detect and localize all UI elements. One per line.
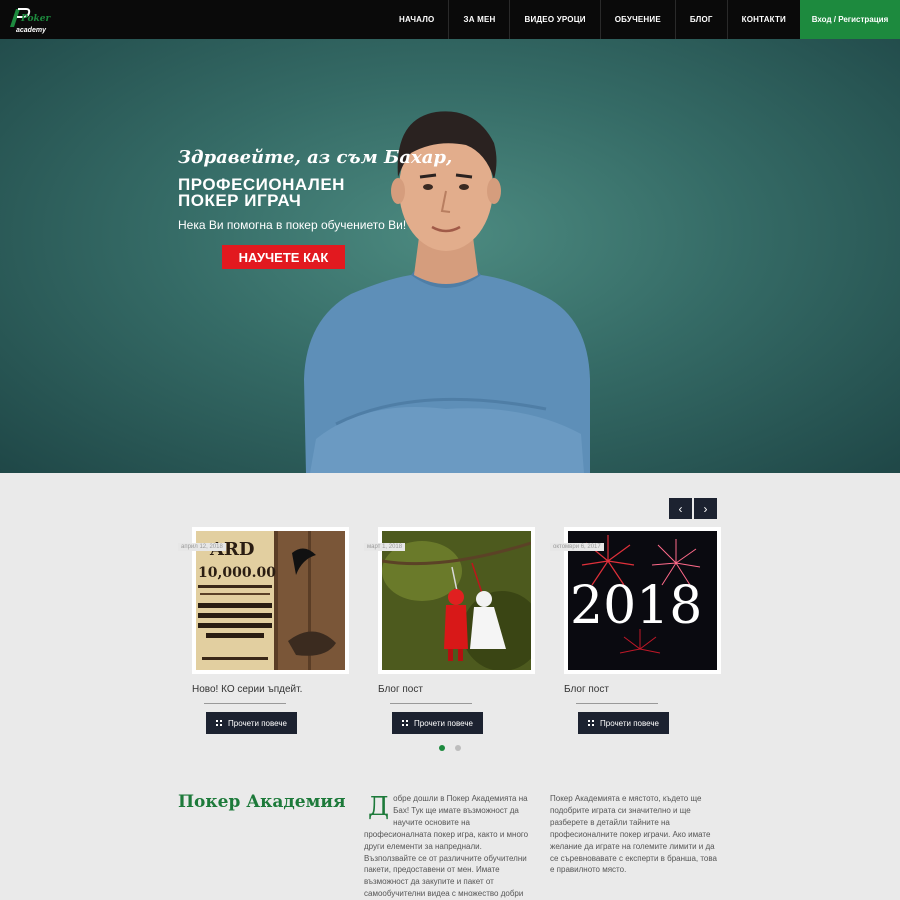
menu-item-about[interactable]: ЗА МЕН bbox=[448, 0, 509, 39]
blog-post-card: 2018 октомври 6, 2017 Блог пост Прочети … bbox=[550, 527, 724, 734]
read-more-button[interactable]: Прочети повече bbox=[578, 712, 669, 734]
login-register-button[interactable]: Вход / Регистрация bbox=[800, 0, 900, 39]
menu-item-blog[interactable]: БЛОГ bbox=[674, 0, 727, 39]
grid-icon bbox=[588, 720, 595, 726]
martenitsa-image bbox=[382, 531, 531, 670]
post-title[interactable]: Блог пост bbox=[378, 684, 538, 695]
post-divider bbox=[576, 703, 658, 704]
post-thumbnail[interactable]: 2018 октомври 6, 2017 bbox=[550, 527, 721, 674]
top-navbar: Poker academy НАЧАЛО ЗА МЕН ВИДЕО УРОЦИ … bbox=[0, 0, 900, 39]
carousel-prev-button[interactable]: ‹ bbox=[669, 498, 692, 519]
chevron-left-icon: ‹ bbox=[678, 501, 683, 516]
post-date: октомври 6, 2017 bbox=[550, 543, 604, 551]
post-date: март 1, 2018 bbox=[364, 543, 406, 551]
hero-title-line2: ПОКЕР ИГРАЧ bbox=[178, 191, 302, 210]
menu-item-home[interactable]: НАЧАЛО bbox=[385, 0, 448, 39]
menu-item-contacts[interactable]: КОНТАКТИ bbox=[726, 0, 800, 39]
carousel-dot[interactable] bbox=[455, 745, 461, 751]
svg-text:10,000.00: 10,000.00 bbox=[198, 565, 276, 581]
learn-how-button[interactable]: НАУЧЕТЕ КАК bbox=[222, 245, 345, 269]
blog-post-card: март 1, 2018 Блог пост Прочети повече bbox=[364, 527, 538, 734]
read-more-button[interactable]: Прочети повече bbox=[206, 712, 297, 734]
read-more-label: Прочети повече bbox=[228, 718, 287, 728]
about-text-column: Покер Академията е мястото, където ще по… bbox=[550, 794, 717, 875]
carousel-dot-active[interactable] bbox=[439, 745, 445, 751]
post-thumbnail[interactable]: ARD 10,000.00 април 12, 2018 bbox=[178, 527, 349, 674]
main-menu: НАЧАЛО ЗА МЕН ВИДЕО УРОЦИ ОБУЧЕНИЕ БЛОГ … bbox=[385, 0, 800, 39]
read-more-label: Прочети повече bbox=[600, 718, 659, 728]
menu-item-video-lessons[interactable]: ВИДЕО УРОЦИ bbox=[509, 0, 599, 39]
wanted-poster-image: ARD 10,000.00 bbox=[196, 531, 345, 670]
fireworks-2018-image: 2018 bbox=[568, 531, 717, 670]
grid-icon bbox=[216, 720, 223, 726]
section-title: Покер Академия bbox=[178, 792, 346, 812]
post-title[interactable]: Блог пост bbox=[564, 684, 724, 695]
post-title[interactable]: Ново! КО серии ъпдейт. bbox=[192, 684, 352, 695]
blog-post-card: ARD 10,000.00 април 12, 2018 Ново! КО се… bbox=[178, 527, 352, 734]
menu-item-training[interactable]: ОБУЧЕНИЕ bbox=[599, 0, 675, 39]
drop-cap: Д bbox=[368, 792, 390, 822]
post-date: април 12, 2018 bbox=[178, 543, 226, 551]
svg-text:academy: academy bbox=[16, 27, 47, 34]
hero-title: ПРОФЕСИОНАЛЕН ПОКЕР ИГРАЧ bbox=[178, 176, 345, 210]
read-more-label: Прочети повече bbox=[414, 718, 473, 728]
poker-academy-logo[interactable]: Poker academy bbox=[8, 5, 54, 35]
chevron-right-icon: › bbox=[703, 501, 708, 516]
post-divider bbox=[390, 703, 472, 704]
carousel-next-button[interactable]: › bbox=[694, 498, 717, 519]
hero-greeting: Здравейте, аз съм Бахар, bbox=[178, 147, 453, 168]
hero-subtitle: Нека Ви помогна в покер обучението Ви! bbox=[178, 218, 407, 232]
about-text-column: Д обре дошли в Покер Академията на Бах! … bbox=[364, 793, 532, 900]
hero-portrait-image bbox=[296, 79, 596, 473]
read-more-button[interactable]: Прочети повече bbox=[392, 712, 483, 734]
hero-banner: Здравейте, аз съм Бахар, ПРОФЕСИОНАЛЕН П… bbox=[0, 39, 900, 473]
svg-text:2018: 2018 bbox=[570, 576, 702, 636]
post-divider bbox=[204, 703, 286, 704]
svg-text:Poker: Poker bbox=[20, 14, 51, 24]
post-thumbnail[interactable]: март 1, 2018 bbox=[364, 527, 535, 674]
grid-icon bbox=[402, 720, 409, 726]
